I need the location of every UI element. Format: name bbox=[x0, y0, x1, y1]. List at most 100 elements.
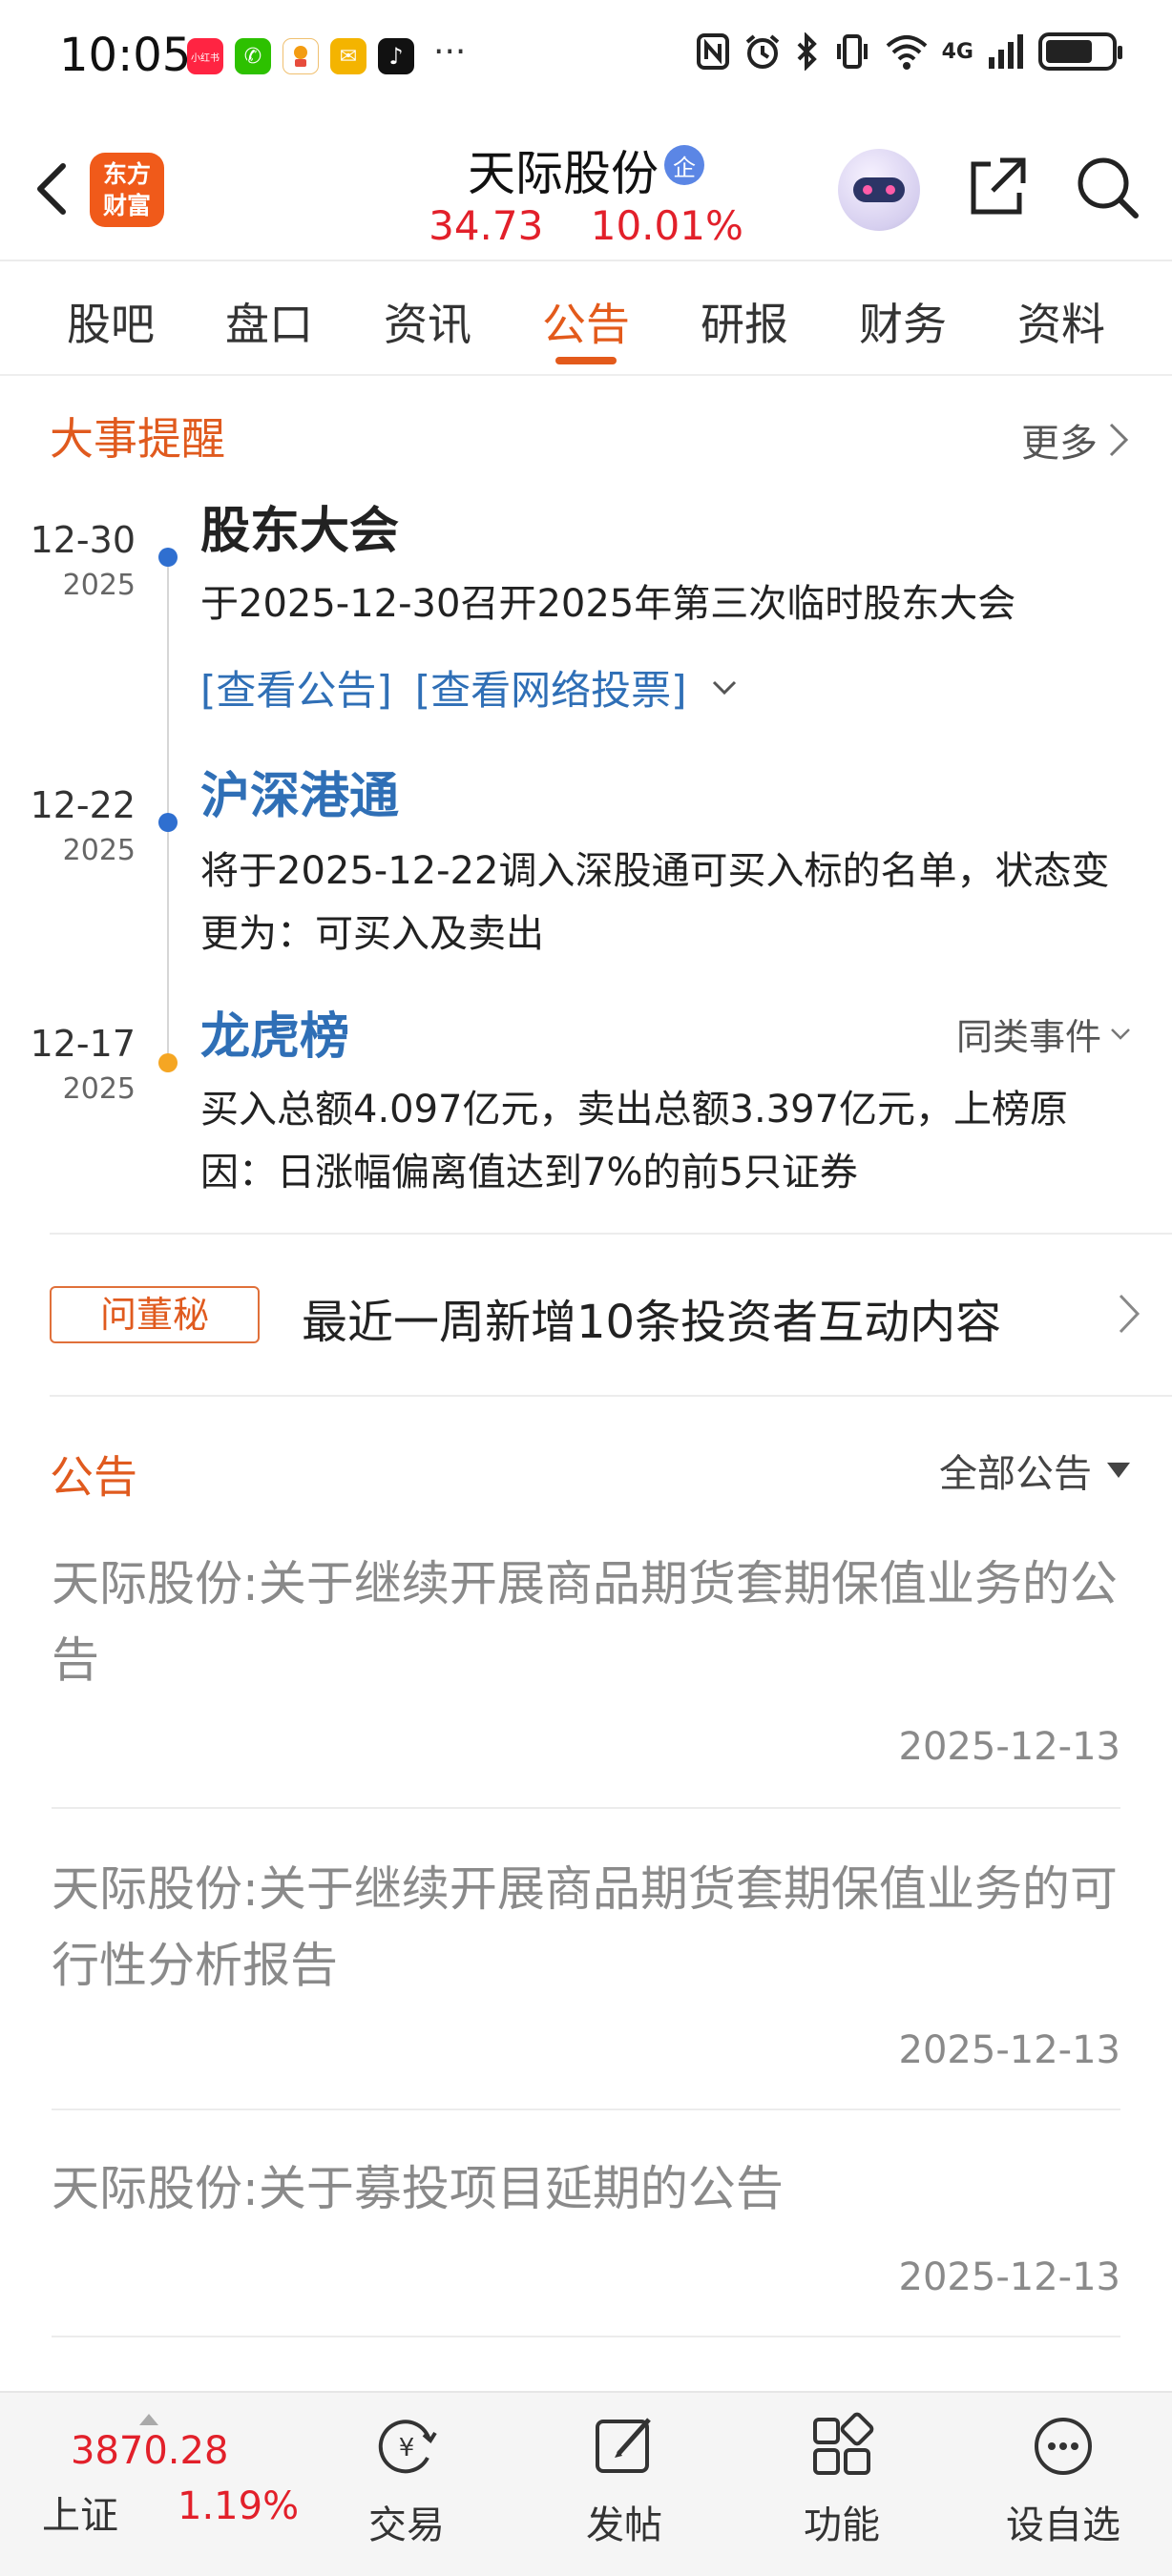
chevron-down-icon bbox=[1111, 1028, 1130, 1040]
chevron-down-icon[interactable] bbox=[710, 678, 739, 697]
nav-functions-label: 功能 bbox=[804, 2503, 880, 2547]
tab-bar: 股吧 盘口 资讯 公告 研报 财务 资料 bbox=[0, 261, 1172, 376]
search-icon[interactable] bbox=[1073, 153, 1141, 221]
wifi-icon bbox=[886, 35, 927, 70]
list-divider bbox=[52, 2336, 1120, 2337]
tab-news[interactable]: 资讯 bbox=[370, 290, 485, 353]
event-body: 于2025-12-30召开2025年第三次临时股东大会 bbox=[200, 582, 1016, 626]
system-icons: 4G bbox=[696, 32, 1122, 71]
signal-icon bbox=[989, 34, 1023, 69]
triangle-down-icon bbox=[1107, 1463, 1130, 1478]
timeline-dot bbox=[158, 813, 178, 832]
timeline-dot bbox=[158, 1053, 178, 1072]
tab-pankou[interactable]: 盘口 bbox=[212, 290, 326, 353]
event-year: 2025 bbox=[62, 569, 136, 602]
grid-functions-icon bbox=[813, 2412, 874, 2475]
tab-finance[interactable]: 财务 bbox=[846, 290, 960, 353]
index-up-arrow-icon bbox=[139, 2414, 158, 2425]
chevron-right-icon bbox=[1119, 1294, 1141, 1334]
announcement-title[interactable]: 天际股份:关于继续开展商品期货套期保值业务的公告 bbox=[52, 1546, 1120, 1698]
bluetooth-icon bbox=[797, 32, 817, 71]
tiktok-icon: ♪ bbox=[378, 38, 414, 74]
nav-trade[interactable]: ¥ 交易 bbox=[340, 2412, 473, 2549]
more-notifications-icon: ··· bbox=[433, 32, 467, 72]
events-section-title: 大事提醒 bbox=[50, 413, 225, 465]
announcement-filter-dropdown[interactable]: 全部公告 bbox=[939, 1443, 1130, 1498]
stock-change-pct: 10.01% bbox=[590, 202, 743, 249]
nav-add-watchlist-label: 设自选 bbox=[1006, 2503, 1120, 2547]
nav-post-label: 发帖 bbox=[586, 2503, 662, 2547]
index-name[interactable]: 上证 bbox=[42, 2484, 118, 2540]
announcement-filter-label: 全部公告 bbox=[939, 1452, 1092, 1496]
similar-events-link[interactable]: 同类事件 bbox=[956, 1008, 1132, 1060]
vibrate-icon bbox=[836, 34, 868, 69]
timeline-dot bbox=[158, 548, 178, 567]
announcement-title[interactable]: 天际股份:关于募投项目延期的公告 bbox=[52, 2150, 1120, 2227]
battery-icon bbox=[1038, 32, 1122, 71]
event-date: 12-17 bbox=[30, 1023, 136, 1065]
nav-post[interactable]: 发帖 bbox=[557, 2412, 691, 2549]
active-tab-indicator bbox=[555, 357, 617, 364]
index-value[interactable]: 3870.28 bbox=[71, 2429, 228, 2473]
announcement-date: 2025-12-13 bbox=[898, 1725, 1120, 1769]
nav-trade-label: 交易 bbox=[368, 2503, 445, 2547]
share-icon[interactable] bbox=[962, 153, 1031, 221]
events-more-link[interactable]: 更多 bbox=[1021, 412, 1130, 467]
ask-secretary-badge: 问董秘 bbox=[50, 1286, 260, 1343]
network-type-label: 4G bbox=[941, 39, 973, 64]
status-time: 10:05 bbox=[59, 29, 192, 82]
event-date: 12-22 bbox=[30, 784, 136, 826]
view-online-vote-link[interactable]: [查看网络投票] bbox=[415, 658, 687, 717]
announcement-date: 2025-12-13 bbox=[898, 2255, 1120, 2299]
edit-post-icon bbox=[596, 2418, 651, 2473]
mail-icon: ✉ bbox=[330, 38, 366, 74]
stock-header: 东方 财富 天际股份 企 34.73 10.01% bbox=[0, 114, 1172, 258]
trade-icon: ¥ bbox=[378, 2420, 437, 2474]
status-bar: 10:05 小红书 ✆ ✉ ♪ ··· 4G bbox=[0, 0, 1172, 114]
section-divider bbox=[50, 1395, 1172, 1397]
similar-events-label: 同类事件 bbox=[955, 1016, 1101, 1058]
enterprise-badge: 企 bbox=[664, 145, 704, 185]
nav-functions[interactable]: 功能 bbox=[775, 2412, 909, 2549]
event-date: 12-30 bbox=[30, 519, 136, 561]
list-divider bbox=[52, 1807, 1120, 1809]
ask-secretary-text: 最近一周新增10条投资者互动内容 bbox=[302, 1296, 1002, 1349]
bottom-nav: 3870.28 上证 1.19% ¥ 交易 发帖 功能 设自选 bbox=[0, 2391, 1172, 2576]
event-links: [查看公告] [查看网络投票] bbox=[200, 658, 739, 717]
stock-name: 天际股份 bbox=[468, 146, 659, 201]
tab-profile[interactable]: 资料 bbox=[1004, 290, 1119, 353]
timeline-line bbox=[167, 553, 169, 1069]
ask-secretary-row[interactable]: 问董秘 最近一周新增10条投资者互动内容 bbox=[50, 1236, 1147, 1395]
section-divider bbox=[50, 1233, 1172, 1235]
event-body: 将于2025-12-22调入深股通可买入标的名单，状态变更为：可买入及卖出 bbox=[200, 849, 1110, 956]
event-title[interactable]: 沪深港通 bbox=[200, 756, 399, 827]
stock-price: 34.73 bbox=[429, 202, 544, 249]
tab-guba[interactable]: 股吧 bbox=[53, 290, 168, 353]
event-body: 买入总额4.097亿元，卖出总额3.397亿元，上榜原因：日涨幅偏离值达到7%的… bbox=[200, 1088, 1069, 1195]
chevron-right-icon bbox=[1109, 423, 1129, 457]
tab-research[interactable]: 研报 bbox=[687, 290, 802, 353]
event-year: 2025 bbox=[62, 1072, 136, 1106]
nav-add-watchlist[interactable]: 设自选 bbox=[996, 2412, 1130, 2549]
announcement-title[interactable]: 天际股份:关于继续开展商品期货套期保值业务的可行性分析报告 bbox=[52, 1851, 1120, 2004]
event-title[interactable]: 龙虎榜 bbox=[200, 996, 349, 1068]
announcements-section-title: 公告 bbox=[50, 1451, 137, 1503]
announcement-date: 2025-12-13 bbox=[898, 2028, 1120, 2072]
battery-level bbox=[1046, 40, 1092, 63]
view-announcement-link[interactable]: [查看公告] bbox=[200, 658, 392, 717]
xiaohongshu-icon: 小红书 bbox=[187, 38, 223, 74]
tab-announcements[interactable]: 公告 bbox=[529, 290, 643, 353]
wechat-icon: ✆ bbox=[235, 38, 271, 74]
lottery-app-icon bbox=[283, 38, 319, 74]
index-change[interactable]: 1.19% bbox=[178, 2484, 299, 2528]
event-title: 股东大会 bbox=[200, 503, 400, 560]
event-year: 2025 bbox=[62, 834, 136, 867]
more-circle-icon bbox=[1035, 2418, 1092, 2475]
list-divider bbox=[52, 2109, 1120, 2110]
alarm-icon bbox=[745, 34, 779, 69]
notification-icons: 小红书 ✆ ✉ ♪ ··· bbox=[187, 32, 467, 74]
events-more-label: 更多 bbox=[1021, 422, 1098, 466]
svg-text:¥: ¥ bbox=[399, 2434, 415, 2462]
nfc-icon bbox=[696, 33, 729, 70]
ai-assistant-icon[interactable] bbox=[838, 149, 920, 231]
